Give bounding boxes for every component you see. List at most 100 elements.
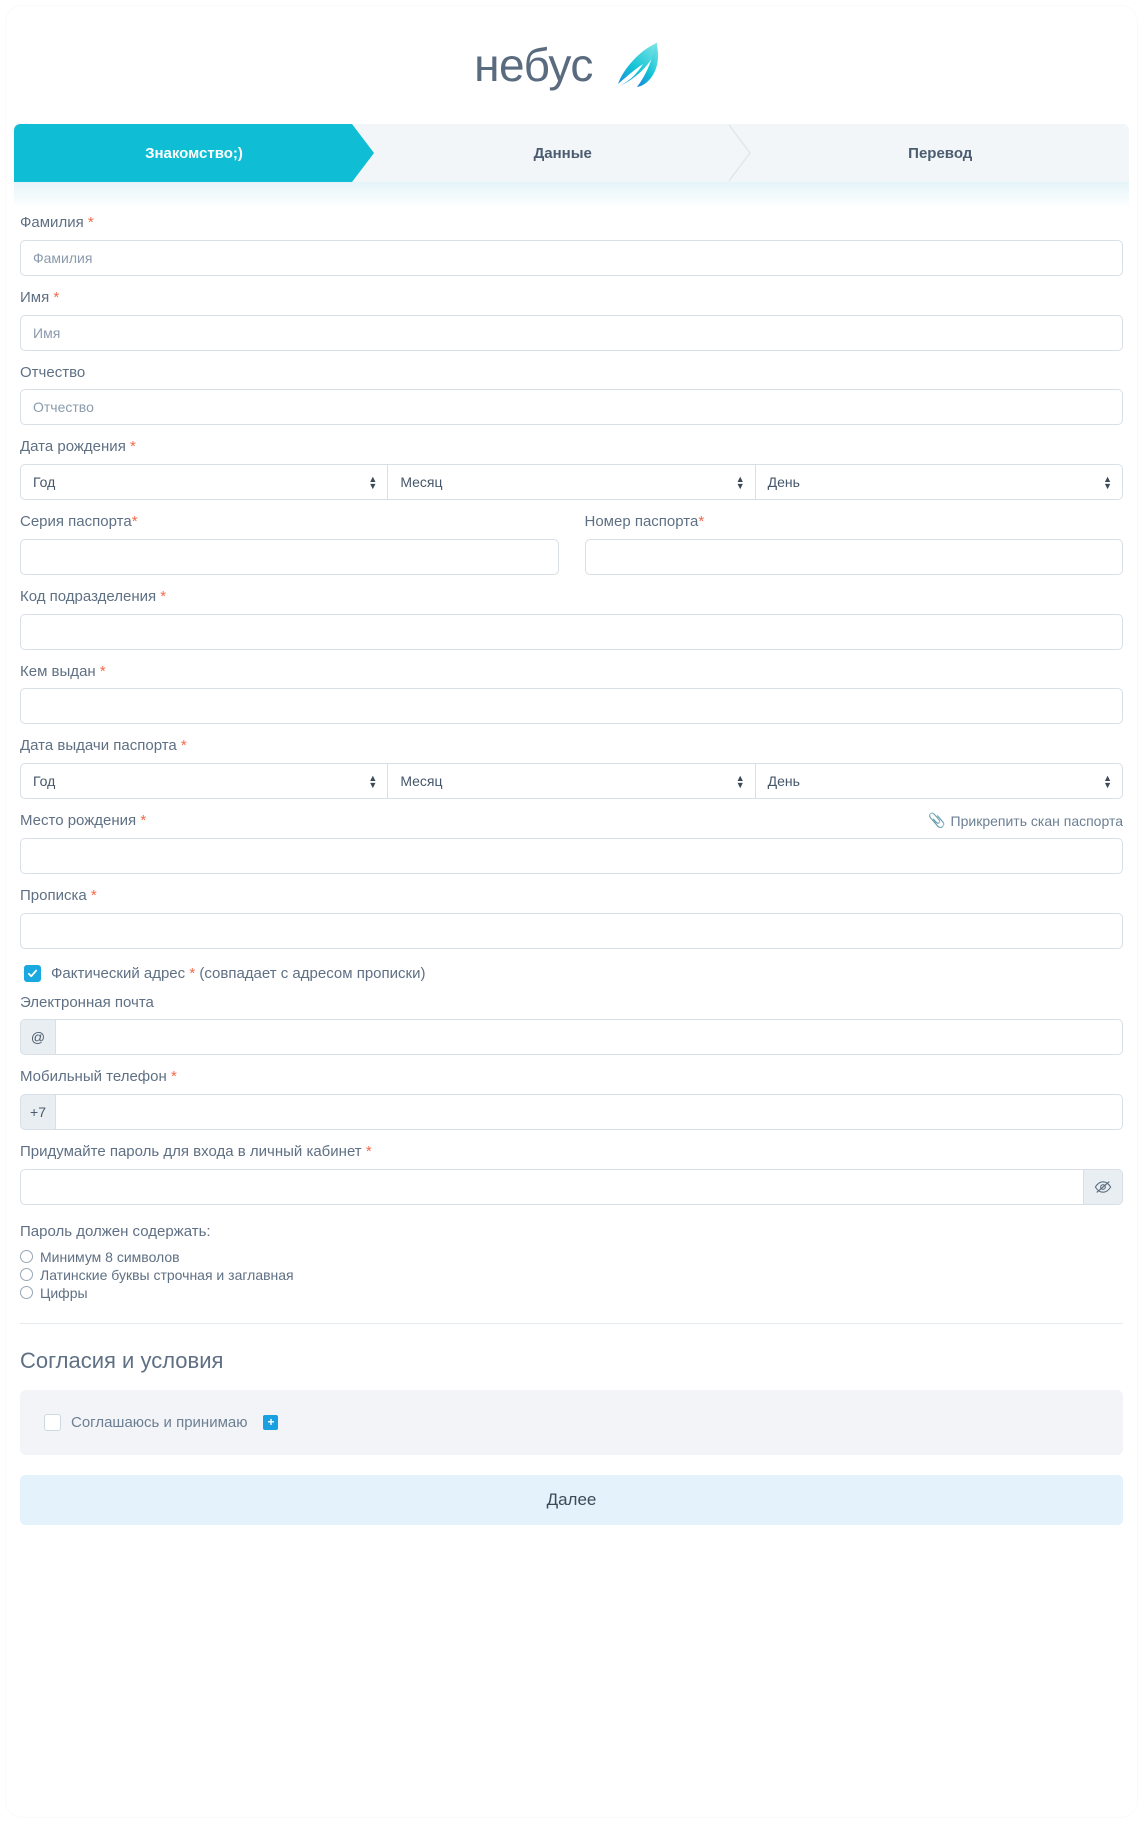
required-marker: *	[180, 737, 187, 755]
middle-name-input[interactable]	[20, 389, 1123, 426]
chevron-updown-icon: ▲ ▼	[368, 473, 378, 491]
field-division-code: Код подразделения *	[20, 588, 1123, 650]
first-name-label: Имя *	[20, 289, 1123, 308]
radio-icon[interactable]	[20, 1286, 33, 1300]
required-marker: *	[365, 1143, 372, 1160]
paperclip-icon: 📎	[928, 812, 946, 828]
label-text: Дата рождения	[20, 438, 126, 456]
stepper-glow	[14, 182, 1129, 208]
agreement-checkbox[interactable]	[44, 1413, 61, 1431]
select-value: Месяц	[400, 474, 443, 490]
passport-series-input[interactable]	[20, 538, 559, 575]
step-label: Данные	[533, 144, 592, 162]
rule-label: Латинские буквы строчная и заглавная	[40, 1266, 294, 1283]
phone-input-group: +7	[20, 1094, 1123, 1130]
issue-month-select[interactable]: Месяц ▲ ▼	[388, 763, 756, 799]
required-marker: *	[87, 214, 94, 231]
attach-passport-scan-button[interactable]: 📎 Прикрепить скан паспорта	[928, 812, 1123, 829]
required-marker: *	[53, 288, 60, 306]
field-birth-date: Дата рождения * Год ▲ ▼ Месяц ▲ ▼ День ▲ ▼	[20, 438, 1123, 500]
brand-logo: небус	[6, 6, 1137, 124]
issue-day-select[interactable]: День ▲ ▼	[755, 763, 1123, 799]
phone-input[interactable]	[56, 1094, 1123, 1130]
password-input[interactable]	[20, 1168, 1083, 1205]
division-code-label: Код подразделения *	[20, 588, 1123, 607]
division-code-input[interactable]	[20, 613, 1123, 650]
label-text: Код подразделения	[20, 587, 157, 605]
passport-series-label: Серия паспорта*	[20, 513, 559, 532]
field-first-name: Имя *	[20, 289, 1123, 351]
field-phone: Мобильный телефон * +7	[20, 1068, 1123, 1130]
actual-address-checkbox[interactable]	[24, 964, 41, 982]
label-text: Мобильный телефон	[20, 1068, 167, 1086]
password-input-group	[20, 1168, 1123, 1205]
step-acquaintance[interactable]: Знакомство;)	[14, 124, 374, 182]
eye-slash-icon	[1094, 1180, 1112, 1193]
chevron-updown-icon: ▲ ▼	[368, 772, 378, 790]
email-label: Электронная почта	[20, 993, 154, 1011]
agreements-box: Соглашаюсь и принимаю +	[20, 1389, 1123, 1455]
birth-year-select[interactable]: Год ▲ ▼	[20, 464, 389, 500]
birth-place-input[interactable]	[20, 837, 1123, 874]
toggle-password-visibility-button[interactable]	[1083, 1168, 1123, 1205]
passport-number-label: Номер паспорта*	[585, 513, 1124, 532]
step-chevron-icon	[727, 124, 752, 182]
field-passport-number: Номер паспорта*	[584, 513, 1124, 575]
email-input[interactable]	[56, 1019, 1123, 1056]
birth-date-selects: Год ▲ ▼ Месяц ▲ ▼ День ▲ ▼	[20, 464, 1123, 500]
label-text: Серия паспорта	[20, 513, 132, 530]
last-name-input[interactable]	[20, 239, 1123, 276]
field-registration-address: Прописка *	[20, 887, 1123, 949]
passport-number-input[interactable]	[584, 538, 1123, 575]
issued-by-input[interactable]	[20, 688, 1123, 725]
middle-name-label: Отчество	[20, 363, 86, 381]
registration-address-label: Прописка *	[20, 887, 1123, 906]
required-marker: *	[170, 1068, 177, 1086]
birth-place-label: Место рождения *	[20, 812, 146, 831]
chevron-updown-icon: ▲ ▼	[1103, 473, 1112, 491]
required-marker: *	[698, 513, 705, 530]
phone-country-prefix: +7	[20, 1094, 56, 1130]
first-name-input[interactable]	[20, 314, 1123, 351]
step-label: Перевод	[908, 144, 973, 162]
issued-by-label: Кем выдан *	[20, 663, 1123, 682]
registration-card: небус Знакомство;) Данные Перевод Фамили…	[6, 6, 1137, 1817]
label-text: Место рождения	[20, 812, 137, 829]
birth-day-select[interactable]: День ▲ ▼	[755, 464, 1123, 500]
field-issued-by: Кем выдан *	[20, 663, 1123, 725]
at-symbol-icon: @	[20, 1019, 56, 1056]
label-text: Кем выдан	[20, 662, 96, 680]
email-input-group: @	[20, 1019, 1123, 1056]
step-label: Знакомство;)	[145, 144, 243, 162]
label-text: Фактический адрес	[51, 964, 186, 982]
agreement-row: Соглашаюсь и принимаю +	[44, 1413, 1099, 1431]
radio-icon[interactable]	[20, 1268, 33, 1282]
label-text: Фамилия	[20, 214, 84, 231]
check-icon	[27, 969, 38, 977]
required-marker: *	[90, 886, 97, 904]
next-button[interactable]: Далее	[20, 1474, 1123, 1525]
brand-name: небус	[474, 39, 593, 91]
label-text: Дата выдачи паспорта	[20, 737, 177, 755]
agreements-title: Согласия и условия	[20, 1347, 224, 1373]
radio-icon[interactable]	[20, 1250, 33, 1264]
field-last-name: Фамилия *	[20, 214, 1123, 276]
expand-agreements-button[interactable]: +	[263, 1414, 279, 1430]
attach-label: Прикрепить скан паспорта	[950, 812, 1123, 829]
section-divider	[20, 1322, 1123, 1324]
field-birth-place: Место рождения * 📎 Прикрепить скан паспо…	[20, 812, 1123, 874]
password-rule-item: Минимум 8 символов	[20, 1249, 1123, 1265]
issue-date-label: Дата выдачи паспорта *	[20, 737, 1123, 756]
chevron-updown-icon: ▲ ▼	[735, 772, 745, 790]
field-issue-date: Дата выдачи паспорта * Год ▲ ▼ Месяц ▲ ▼ Д…	[20, 737, 1123, 799]
field-password: Придумайте пароль для входа в личный каб…	[20, 1143, 1123, 1205]
issue-year-select[interactable]: Год ▲ ▼	[20, 763, 389, 799]
step-transfer[interactable]: Перевод	[752, 124, 1130, 182]
birth-month-select[interactable]: Месяц ▲ ▼	[388, 464, 756, 500]
registration-address-input[interactable]	[20, 912, 1123, 949]
passport-row: Серия паспорта* Номер паспорта*	[20, 513, 1123, 588]
select-value: День	[767, 773, 800, 789]
step-data[interactable]: Данные	[374, 124, 752, 182]
rule-label: Цифры	[40, 1284, 88, 1301]
select-value: Год	[33, 474, 56, 490]
